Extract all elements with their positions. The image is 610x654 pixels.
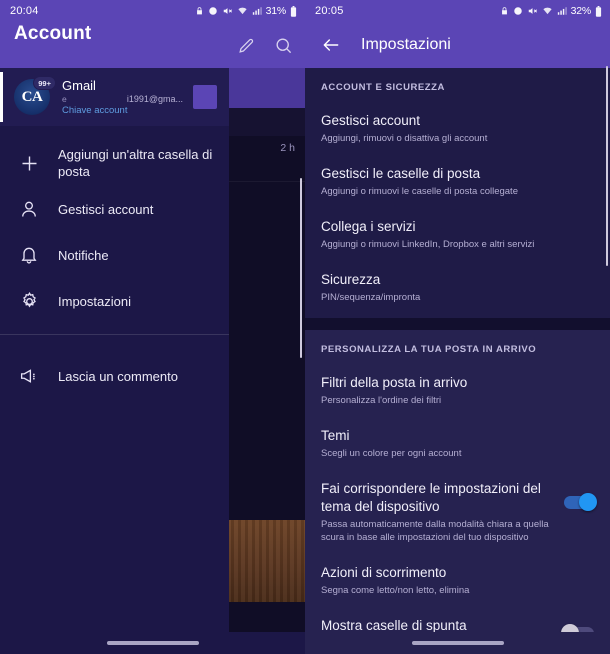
settings-item-swipe-actions[interactable]: Azioni di scorrimento Segna come letto/n… bbox=[305, 555, 610, 608]
avatar: CA 99+ bbox=[14, 76, 56, 115]
bell-icon bbox=[0, 245, 58, 265]
settings-item-title: Temi bbox=[321, 428, 350, 443]
settings-section-account-security: ACCOUNT E SICUREZZA Gestisci account Agg… bbox=[305, 68, 610, 318]
status-icons: 32% bbox=[500, 5, 602, 17]
drawer-menu-list: Aggiungi un'altra casella di posta Gesti… bbox=[0, 126, 229, 399]
status-bar: 20:05 32% bbox=[305, 0, 610, 22]
section-header: PERSONALIZZA LA TUA POSTA IN ARRIVO bbox=[321, 344, 537, 355]
settings-item-subtitle: Passa automaticamente dalla modalità chi… bbox=[321, 519, 549, 543]
settings-item-inbox-filters[interactable]: Filtri della posta in arrivo Personalizz… bbox=[305, 365, 610, 418]
settings-item-subtitle: Segna come letto/non letto, elimina bbox=[321, 585, 470, 596]
dual-screenshot-container: lla Non l Modifica 2 h sl i s v s fs bbox=[0, 0, 610, 654]
wifi-icon bbox=[542, 6, 553, 16]
battery-icon bbox=[290, 5, 297, 17]
person-icon bbox=[0, 199, 58, 219]
settings-item-subtitle: Aggiungi o rimuovi LinkedIn, Dropbox e a… bbox=[321, 239, 535, 250]
status-time: 20:04 bbox=[10, 5, 39, 17]
settings-section-customize-inbox: PERSONALIZZA LA TUA POSTA IN ARRIVO Filt… bbox=[305, 330, 610, 654]
megaphone-icon bbox=[0, 366, 58, 387]
gear-icon bbox=[0, 291, 58, 312]
gesture-nav-bar bbox=[0, 632, 305, 654]
drawer-item-add-mailbox[interactable]: Aggiungi un'altra casella di posta bbox=[0, 140, 229, 186]
account-card[interactable]: CA 99+ Gmail e i1991@gma... Chiave accou… bbox=[0, 68, 229, 126]
mail-list-scrollbar[interactable] bbox=[299, 178, 302, 358]
account-name: Gmail bbox=[62, 78, 96, 93]
settings-item-title: Azioni di scorrimento bbox=[321, 565, 447, 580]
toggle-knob bbox=[579, 493, 597, 511]
edit-pencil-icon[interactable] bbox=[237, 36, 256, 55]
settings-item-title: Collega i servizi bbox=[321, 219, 416, 234]
settings-scroll-area: ACCOUNT E SICUREZZA Gestisci account Agg… bbox=[305, 68, 610, 654]
account-subtext: e bbox=[62, 94, 67, 104]
settings-item-subtitle: Personalizza l'ordine dei filtri bbox=[321, 395, 442, 406]
settings-item-title: Sicurezza bbox=[321, 272, 381, 287]
settings-item-themes[interactable]: Temi Scegli un colore per ogni account bbox=[305, 418, 610, 471]
lock-icon bbox=[500, 6, 509, 16]
arrow-left-icon[interactable] bbox=[321, 35, 341, 55]
toggle-match-device-theme[interactable] bbox=[564, 493, 597, 511]
settings-item-subtitle: Scegli un colore per ogni account bbox=[321, 448, 462, 459]
drawer-item-feedback[interactable]: Lascia un commento bbox=[0, 353, 229, 399]
status-bar: 20:04 31% bbox=[0, 0, 305, 22]
page-title: Impostazioni bbox=[361, 36, 451, 53]
settings-item-subtitle: Aggiungi o rimuovi le caselle di posta c… bbox=[321, 186, 518, 197]
signal-icon bbox=[252, 6, 262, 16]
settings-scrollbar[interactable] bbox=[605, 66, 608, 266]
drawer-item-label: Notifiche bbox=[58, 247, 109, 263]
status-time: 20:05 bbox=[315, 5, 344, 17]
battery-percent: 32% bbox=[570, 5, 592, 17]
settings-item-security[interactable]: Sicurezza PIN/sequenza/impronta bbox=[305, 262, 610, 318]
mail-timestamp: 2 h bbox=[280, 142, 295, 154]
section-header: ACCOUNT E SICUREZZA bbox=[321, 82, 445, 93]
alarm-icon bbox=[208, 6, 218, 16]
search-icon[interactable] bbox=[274, 36, 293, 55]
settings-item-subtitle: Aggiungi, rimuovi o disattiva gli accoun… bbox=[321, 133, 488, 144]
settings-appbar: Impostazioni bbox=[305, 22, 610, 68]
account-color-swatch[interactable] bbox=[193, 85, 217, 109]
signal-icon bbox=[557, 6, 567, 16]
account-key-link[interactable]: Chiave account bbox=[62, 105, 193, 116]
mute-icon bbox=[527, 6, 538, 16]
alarm-icon bbox=[513, 6, 523, 16]
drawer-item-settings[interactable]: Impostazioni bbox=[0, 278, 229, 324]
drawer-item-manage-accounts[interactable]: Gestisci account bbox=[0, 186, 229, 232]
navigation-drawer: Account CA 99+ Gmail e i1991@gma... Chia… bbox=[0, 0, 229, 654]
lock-icon bbox=[195, 6, 204, 16]
drawer-item-label: Lascia un commento bbox=[58, 368, 178, 384]
battery-icon bbox=[595, 5, 602, 17]
settings-item-connect-services[interactable]: Collega i servizi Aggiungi o rimuovi Lin… bbox=[305, 209, 610, 262]
settings-item-title: Gestisci le caselle di posta bbox=[321, 166, 481, 181]
drawer-item-label: Aggiungi un'altra casella di posta bbox=[58, 147, 213, 179]
battery-percent: 31% bbox=[265, 5, 287, 17]
wifi-icon bbox=[237, 6, 248, 16]
left-screen: lla Non l Modifica 2 h sl i s v s fs bbox=[0, 0, 305, 654]
settings-item-subtitle: PIN/sequenza/impronta bbox=[321, 292, 421, 303]
settings-item-match-device-theme[interactable]: Fai corrispondere le impostazioni del te… bbox=[305, 471, 610, 555]
settings-item-manage-mailboxes[interactable]: Gestisci le caselle di posta Aggiungi o … bbox=[305, 156, 610, 209]
account-email: i1991@gma... bbox=[126, 94, 183, 104]
right-screen: 20:05 32% Impostazioni ACCOUNT E SICUREZ… bbox=[305, 0, 610, 654]
section-divider bbox=[305, 318, 610, 330]
page-title: Account bbox=[14, 23, 92, 44]
drawer-item-notifications[interactable]: Notifiche bbox=[0, 232, 229, 278]
home-indicator[interactable] bbox=[411, 641, 504, 645]
account-info: Gmail e i1991@gma... Chiave account bbox=[62, 78, 193, 116]
mute-icon bbox=[222, 6, 233, 16]
settings-item-title: Filtri della posta in arrivo bbox=[321, 375, 468, 390]
drawer-item-label: Impostazioni bbox=[58, 293, 131, 309]
unread-count-badge: 99+ bbox=[33, 76, 56, 90]
plus-icon bbox=[0, 153, 58, 174]
drawer-item-label: Gestisci account bbox=[58, 201, 154, 217]
settings-item-title: Fai corrispondere le impostazioni del te… bbox=[321, 481, 541, 514]
settings-item-manage-accounts[interactable]: Gestisci account Aggiungi, rimuovi o dis… bbox=[305, 103, 610, 156]
drawer-bottom-list: Lascia un commento bbox=[0, 335, 229, 399]
home-indicator[interactable] bbox=[106, 641, 199, 645]
settings-item-title: Gestisci account bbox=[321, 113, 421, 128]
gesture-nav-bar bbox=[305, 632, 610, 654]
status-icons: 31% bbox=[195, 5, 297, 17]
